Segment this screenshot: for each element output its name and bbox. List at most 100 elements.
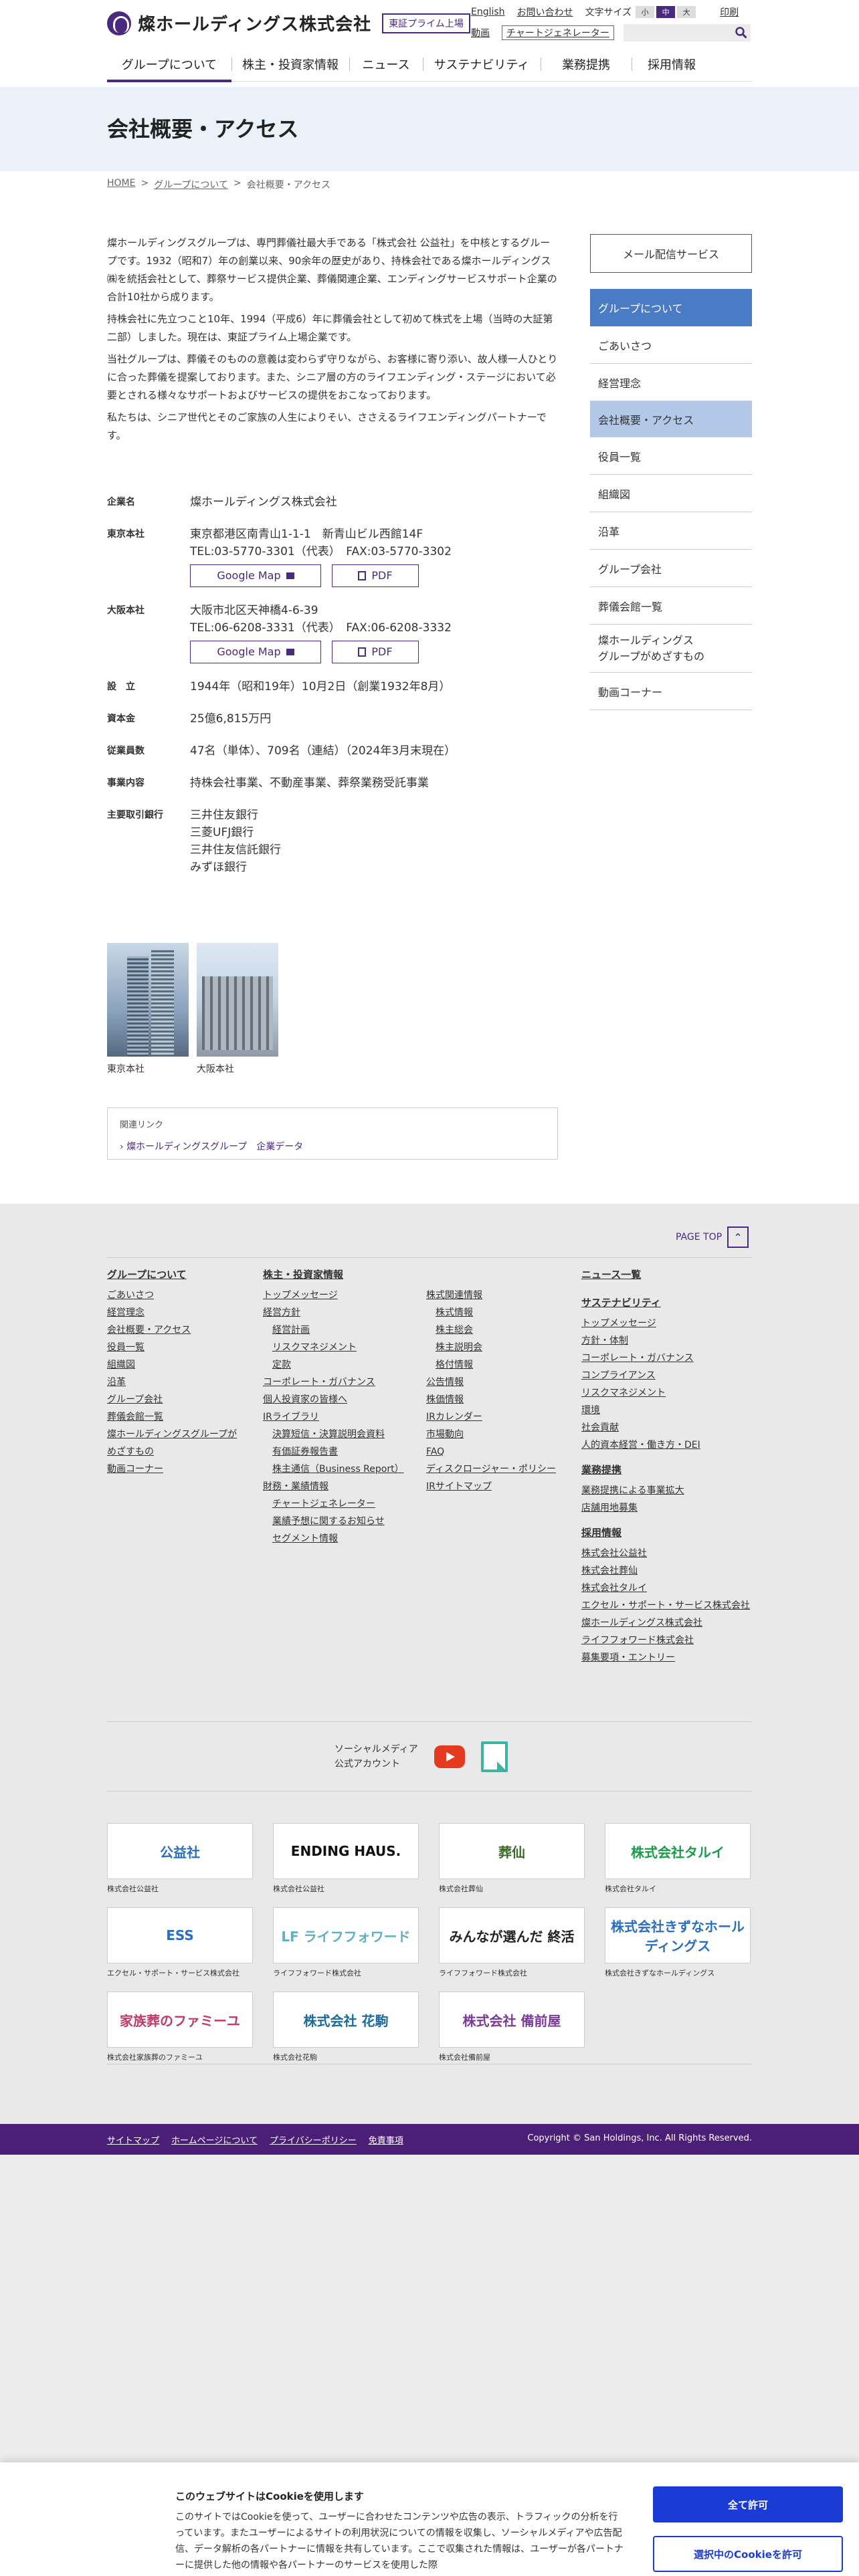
footer-link[interactable]: チャートジェネレーター	[263, 1495, 417, 1513]
footer-link[interactable]: 募集要項・エントリー	[581, 1649, 755, 1667]
footer-sustainability-heading[interactable]: サステナビリティ	[581, 1295, 755, 1311]
nav-group[interactable]: グループについて	[107, 47, 231, 82]
side-item-philosophy[interactable]: 経営理念	[590, 364, 752, 401]
footer-link[interactable]: 役員一覧	[107, 1339, 254, 1356]
group-logo-card[interactable]: 株式会社 花駒 株式会社花駒	[273, 1992, 419, 2062]
group-logo-card[interactable]: 公益社 株式会社公益社	[107, 1823, 253, 1894]
footer-link[interactable]: エクセル・サポート・サービス株式会社	[581, 1597, 755, 1614]
nav-alliance[interactable]: 業務提携	[541, 47, 632, 82]
footer-link[interactable]: 個人投資家の皆様へ	[263, 1391, 417, 1408]
tokyo-google-map-button[interactable]: Google Map	[190, 564, 321, 587]
footer-link[interactable]: コーポレート・ガバナンス	[581, 1350, 755, 1367]
footer-group-heading[interactable]: グループについて	[107, 1267, 254, 1283]
nav-news[interactable]: ニュース	[349, 47, 423, 82]
footer-link[interactable]: 燦ホールディングス株式会社	[581, 1614, 755, 1632]
footer-link[interactable]: 方針・体制	[581, 1332, 755, 1350]
osaka-google-map-button[interactable]: Google Map	[190, 641, 321, 663]
nav-recruit[interactable]: 採用情報	[632, 47, 712, 82]
footer-link[interactable]: トップメッセージ	[581, 1315, 755, 1332]
group-logo-card[interactable]: 株式会社 備前屋 株式会社備前屋	[439, 1992, 585, 2062]
footer-link[interactable]: ライフフォワード株式会社	[581, 1632, 755, 1649]
footer-link[interactable]: 経営方針	[263, 1304, 417, 1321]
footer-link[interactable]: 決算短信・決算説明会資料	[263, 1426, 417, 1443]
tokyo-pdf-button[interactable]: PDF	[332, 564, 419, 587]
footer-link[interactable]: 株式会社タルイ	[581, 1580, 755, 1597]
footer-link[interactable]: 会社概要・アクセス	[107, 1321, 254, 1339]
footer-link[interactable]: 有価証券報告書	[263, 1443, 417, 1461]
group-logo-card[interactable]: ESS エクセル・サポート・サービス株式会社	[107, 1907, 253, 1978]
side-item-halls[interactable]: 葬儀会館一覧	[590, 587, 752, 625]
footer-link[interactable]: 業務提携による事業拡大	[581, 1482, 755, 1499]
footer-link[interactable]: ディスクロージャー・ポリシー	[426, 1461, 573, 1478]
footer-link[interactable]: 店舗用地募集	[581, 1499, 755, 1517]
footer-ir-heading[interactable]: 株主・投資家情報	[263, 1267, 417, 1283]
footer-link[interactable]: 経営計画	[263, 1321, 417, 1339]
footer-link[interactable]: IRサイトマップ	[426, 1478, 573, 1495]
search-input[interactable]	[624, 24, 751, 41]
osaka-pdf-button[interactable]: PDF	[332, 641, 419, 663]
footer-recruit-heading[interactable]: 採用情報	[581, 1525, 755, 1541]
footer-link[interactable]: 葬儀会館一覧	[107, 1408, 254, 1426]
accept-selected-cookies-button[interactable]: 選択中のCookieを許可	[653, 2536, 843, 2572]
footer-link[interactable]: FAQ	[426, 1443, 573, 1461]
footer-link[interactable]: 格付情報	[426, 1356, 573, 1374]
sitemap-link[interactable]: サイトマップ	[107, 2133, 159, 2146]
footer-link[interactable]: 沿革	[107, 1374, 254, 1391]
footer-link[interactable]: 組織図	[107, 1356, 254, 1374]
side-item-group[interactable]: グループについて	[590, 289, 752, 326]
footer-link[interactable]: リスクマネジメント	[263, 1339, 417, 1356]
note-icon[interactable]	[480, 1741, 508, 1772]
footer-link[interactable]: 人的資本経営・働き方・DEI	[581, 1436, 755, 1454]
footer-link[interactable]: グループ会社	[107, 1391, 254, 1408]
footer-alliance-heading[interactable]: 業務提携	[581, 1462, 755, 1478]
footer-link[interactable]: 社会貢献	[581, 1419, 755, 1436]
side-item-video[interactable]: 動画コーナー	[590, 673, 752, 710]
side-item-history[interactable]: 沿革	[590, 512, 752, 550]
font-medium-button[interactable]: 中	[656, 6, 676, 18]
related-link-corporate-data[interactable]: › 燦ホールディングスグループ 企業データ	[120, 1142, 303, 1152]
print-link[interactable]: 印刷	[720, 5, 739, 19]
footer-link[interactable]: IRライブラリ	[263, 1408, 417, 1426]
footer-link[interactable]: リスクマネジメント	[581, 1384, 755, 1402]
nav-sustainability[interactable]: サステナビリティ	[423, 47, 541, 82]
footer-link[interactable]: 株主総会	[426, 1321, 573, 1339]
accept-all-cookies-button[interactable]: 全て許可	[653, 2486, 843, 2523]
group-logo-card[interactable]: 株式会社タルイ 株式会社タルイ	[605, 1823, 751, 1894]
side-item-vision[interactable]: 燦ホールディングス グループがめざすもの	[590, 625, 752, 673]
font-large-button[interactable]: 大	[677, 6, 696, 18]
group-logo-card[interactable]: みんなが選んだ 終活 ライフフォワード株式会社	[439, 1907, 585, 1978]
privacy-policy-link[interactable]: プライバシーポリシー	[270, 2133, 357, 2146]
chart-generator-link[interactable]: チャートジェネレーター	[502, 25, 614, 40]
about-site-link[interactable]: ホームページについて	[171, 2133, 258, 2146]
page-top-button[interactable]: PAGE TOP ⌃	[676, 1226, 749, 1248]
footer-link[interactable]: 株式情報	[426, 1304, 573, 1321]
search-icon[interactable]	[733, 25, 749, 40]
footer-link[interactable]: 株式会社葬仙	[581, 1562, 755, 1580]
side-item-overview[interactable]: 会社概要・アクセス	[590, 401, 752, 437]
side-item-group-companies[interactable]: グループ会社	[590, 550, 752, 587]
footer-link[interactable]: 市場動向	[426, 1426, 573, 1443]
breadcrumb-home[interactable]: HOME	[107, 178, 135, 191]
nav-ir[interactable]: 株主・投資家情報	[231, 47, 349, 82]
footer-link[interactable]: 公告情報	[426, 1374, 573, 1391]
footer-link[interactable]: 株価情報	[426, 1391, 573, 1408]
footer-link[interactable]: 財務・業績情報	[263, 1478, 417, 1495]
group-logo-card[interactable]: 株式会社きずなホールディングス 株式会社きずなホールディングス	[605, 1907, 751, 1978]
footer-link[interactable]: 動画コーナー	[107, 1461, 254, 1478]
site-logo[interactable]: 燦ホールディングス株式会社 東証プライム上場	[107, 11, 470, 35]
group-logo-card[interactable]: 葬仙 株式会社葬仙	[439, 1823, 585, 1894]
footer-link[interactable]: セグメント情報	[263, 1530, 417, 1547]
contact-link[interactable]: お問い合わせ	[517, 5, 573, 19]
youtube-icon[interactable]	[434, 1745, 465, 1768]
footer-link[interactable]: 定款	[263, 1356, 417, 1374]
footer-link[interactable]: ごあいさつ	[107, 1287, 254, 1304]
group-logo-card[interactable]: LF ライフフォワード ライフフォワード株式会社	[273, 1907, 419, 1978]
footer-link[interactable]: コーポレート・ガバナンス	[263, 1374, 417, 1391]
footer-link[interactable]: コンプライアンス	[581, 1367, 755, 1384]
footer-news-heading[interactable]: ニュース一覧	[581, 1267, 755, 1283]
group-logo-card[interactable]: 家族葬のファミーユ 株式会社家族葬のファミーユ	[107, 1992, 253, 2062]
mail-service-button[interactable]: メール配信サービス	[590, 234, 752, 273]
footer-link[interactable]: めざすもの	[107, 1443, 254, 1461]
disclaimer-link[interactable]: 免責事項	[369, 2133, 403, 2146]
footer-link[interactable]: 株式関連情報	[426, 1287, 573, 1304]
